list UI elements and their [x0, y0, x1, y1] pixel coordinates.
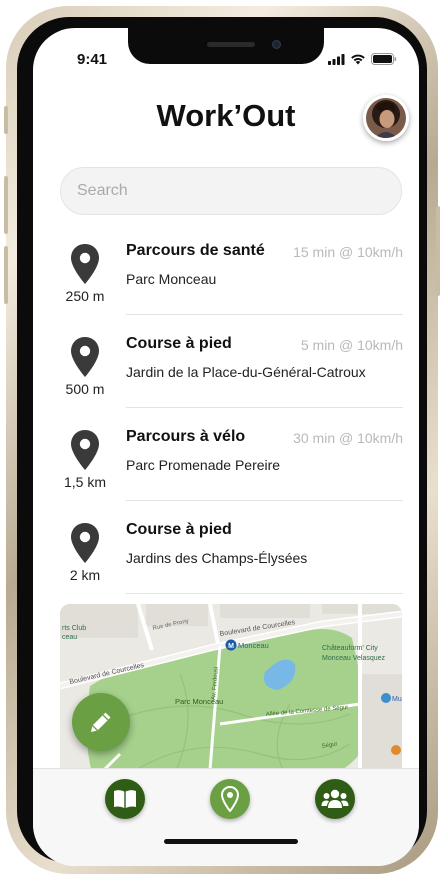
tab-community[interactable]	[315, 779, 355, 819]
route-distance: 2 km	[69, 567, 101, 583]
poi-label: rts Club	[62, 625, 86, 632]
route-place: Jardins des Champs-Élysées	[126, 550, 308, 566]
route-title: Course à pied	[126, 335, 232, 352]
home-indicator[interactable]	[164, 839, 298, 844]
poi-label: Monceau Velasquez	[322, 655, 386, 662]
status-time: 9:41	[77, 51, 108, 68]
search-input[interactable]	[61, 168, 401, 214]
power-button	[436, 206, 440, 296]
speaker	[207, 42, 255, 47]
avatar[interactable]	[363, 95, 409, 141]
location-pin-icon	[71, 523, 99, 563]
route-duration: 30 min @ 10km/h	[293, 430, 403, 446]
location-pin-icon	[221, 786, 239, 812]
divider	[126, 314, 403, 315]
book-icon	[114, 790, 136, 808]
tab-book[interactable]	[105, 779, 145, 819]
location-pin-icon	[71, 430, 99, 470]
list-item[interactable]: 2 km Course à pied Jardins des Champs-Él…	[55, 512, 403, 604]
edit-button[interactable]	[72, 693, 130, 751]
metro-station-label: Monceau	[238, 641, 269, 650]
profile-photo	[366, 98, 406, 138]
battery-icon	[371, 53, 397, 65]
route-distance: 1,5 km	[63, 474, 106, 490]
route-duration: 5 min @ 10km/h	[300, 337, 403, 353]
pencil-icon	[91, 712, 111, 732]
list-item[interactable]: 500 m Course à pied 5 min @ 10km/h Jardi…	[55, 326, 403, 418]
svg-text:M: M	[228, 643, 234, 650]
route-title: Course à pied	[126, 521, 232, 538]
users-icon	[321, 789, 349, 808]
page-title: Work’Out	[156, 98, 296, 133]
location-pin-icon	[71, 337, 99, 377]
search-bar[interactable]	[60, 167, 402, 215]
divider	[126, 500, 403, 501]
list-item[interactable]: 250 m Parcours de santé 15 min @ 10km/h …	[55, 233, 403, 325]
divider	[126, 407, 403, 408]
divider	[126, 593, 403, 594]
app-screen: 9:41 Work’Out Search 250 m Parcours de s…	[33, 28, 419, 866]
route-duration: 15 min @ 10km/h	[293, 244, 403, 260]
poi-label: Châteauform' City	[322, 645, 378, 652]
cellular-signal-icon	[328, 53, 345, 65]
status-icons	[328, 53, 397, 65]
route-place: Parc Promenade Pereire	[126, 457, 281, 473]
phone-frame: 9:41 Work’Out Search 250 m Parcours de s…	[4, 6, 440, 874]
mute-switch	[4, 106, 8, 134]
notch	[128, 28, 324, 64]
wifi-icon	[351, 54, 365, 65]
poi-label: Mu	[392, 696, 402, 703]
route-title: Parcours de santé	[126, 242, 265, 259]
route-title: Parcours à vélo	[126, 428, 246, 445]
route-place: Parc Monceau	[126, 271, 217, 287]
front-camera	[272, 40, 281, 49]
volume-down-button	[4, 246, 8, 304]
location-pin-icon	[71, 244, 99, 284]
route-place: Jardin de la Place-du-Général-Catroux	[126, 364, 366, 380]
volume-up-button	[4, 176, 8, 234]
list-item[interactable]: 1,5 km Parcours à vélo 30 min @ 10km/h P…	[55, 419, 403, 511]
poi-label: ceau	[62, 634, 77, 641]
tab-bar	[33, 768, 419, 866]
tab-location[interactable]	[210, 779, 250, 819]
route-distance: 250 m	[65, 288, 105, 304]
route-distance: 500 m	[65, 381, 105, 397]
